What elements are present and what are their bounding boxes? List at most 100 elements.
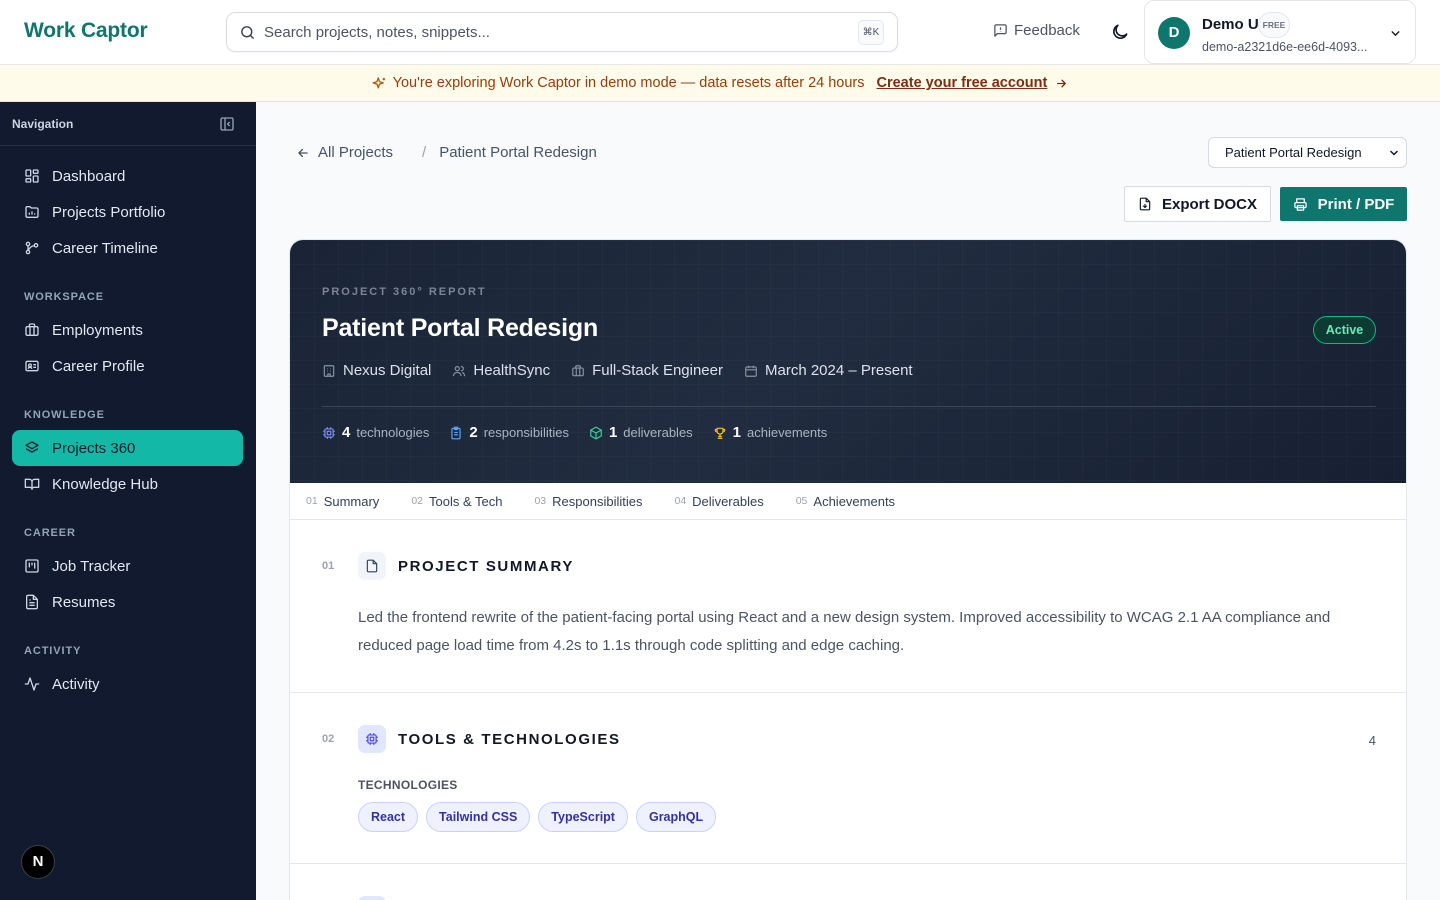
briefcase-icon xyxy=(24,322,40,338)
tab-number: 05 xyxy=(795,495,808,507)
sidebar-item-projects-portfolio[interactable]: Projects Portfolio xyxy=(12,194,243,230)
demo-message: You're exploring Work Captor in demo mod… xyxy=(392,75,865,91)
user-menu[interactable]: D Demo User FREE demo-a2321d6e-ee6d-4093… xyxy=(1144,0,1416,64)
technology-chip[interactable]: GraphQL xyxy=(635,802,717,832)
sidebar-section-career: CAREER xyxy=(24,527,76,539)
sidebar-section-workspace: WORKSPACE xyxy=(24,291,105,303)
cpu-icon xyxy=(322,426,336,440)
search-input[interactable]: Search projects, notes, snippets... xyxy=(264,24,490,41)
sidebar-item-label: Job Tracker xyxy=(52,557,131,575)
stat-label: achievements xyxy=(747,425,828,440)
tab-achievements[interactable]: 05 Achievements xyxy=(796,494,895,509)
stat-value: 1 xyxy=(608,424,618,441)
users-icon xyxy=(452,364,466,378)
section-count: 4 xyxy=(1368,733,1376,748)
tab-label: Responsibilities xyxy=(552,493,643,509)
tab-deliverables[interactable]: 04 Deliverables xyxy=(674,494,763,509)
breadcrumb-current: Patient Portal Redesign xyxy=(439,144,597,161)
technology-chip[interactable]: Tailwind CSS xyxy=(426,802,531,832)
sidebar-item-label: Projects 360 xyxy=(52,439,136,457)
calendar-icon xyxy=(744,364,758,378)
portfolio-icon xyxy=(24,204,40,220)
summary-section: 01 PROJECT SUMMARY Led the frontend rewr… xyxy=(290,520,1406,693)
sidebar-header: Navigation xyxy=(0,102,256,146)
technology-chip[interactable]: React xyxy=(358,802,419,832)
project-report: PROJECT 360° REPORT Patient Portal Redes… xyxy=(289,239,1407,900)
stat-responsibilities: 2 responsibilities xyxy=(449,424,569,441)
tab-summary[interactable]: 01 Summary xyxy=(306,494,379,509)
sidebar-item-projects-360[interactable]: Projects 360 xyxy=(12,430,243,466)
meta-company-text: Nexus Digital xyxy=(343,362,432,379)
create-account-link[interactable]: Create your free account xyxy=(877,75,1048,91)
feedback-label: Feedback xyxy=(1014,22,1080,39)
sidebar-item-career-profile[interactable]: Career Profile xyxy=(12,348,243,384)
breadcrumb-separator: / xyxy=(422,144,427,161)
print-pdf-label: Print / PDF xyxy=(1317,195,1395,213)
package-icon xyxy=(589,426,603,440)
tab-number: 03 xyxy=(534,495,547,507)
top-bar: Work Captor Search projects, notes, snip… xyxy=(0,0,1440,65)
file-text-icon xyxy=(365,559,379,573)
tab-number: 02 xyxy=(411,495,423,507)
sidebar-item-employments[interactable]: Employments xyxy=(12,312,243,348)
id-card-icon xyxy=(24,358,40,374)
book-icon xyxy=(24,476,40,492)
sidebar-item-label: Resumes xyxy=(52,593,116,611)
file-download-icon xyxy=(1138,197,1152,211)
tab-label: Deliverables xyxy=(692,493,764,509)
stat-achievements: 1 achievements xyxy=(713,424,828,441)
project-select-value: Patient Portal Redesign xyxy=(1225,145,1362,160)
sidebar-item-knowledge-hub[interactable]: Knowledge Hub xyxy=(12,466,243,502)
collapse-sidebar-button[interactable] xyxy=(219,116,235,132)
meta-dates: March 2024 – Present xyxy=(744,362,913,379)
report-hero: PROJECT 360° REPORT Patient Portal Redes… xyxy=(290,240,1406,483)
sidebar-item-career-timeline[interactable]: Career Timeline xyxy=(12,230,243,266)
sidebar-item-label: Activity xyxy=(52,675,100,693)
clipboard-icon xyxy=(449,426,463,440)
sidebar-item-label: Knowledge Hub xyxy=(52,475,158,493)
cpu-icon xyxy=(365,732,379,746)
panel-left-close-icon xyxy=(219,116,235,132)
meta-company: Nexus Digital xyxy=(322,362,431,379)
sidebar-item-resumes[interactable]: Resumes xyxy=(12,584,243,620)
meta-dates-text: March 2024 – Present xyxy=(765,362,913,379)
export-docx-button[interactable]: Export DOCX xyxy=(1124,186,1271,222)
section-number: 01 xyxy=(322,560,335,572)
all-projects-link[interactable]: All Projects xyxy=(296,144,393,161)
arrow-right-icon xyxy=(1055,77,1068,90)
timeline-icon xyxy=(24,240,40,256)
sidebar-item-job-tracker[interactable]: Job Tracker xyxy=(12,548,243,584)
feedback-button[interactable]: Feedback xyxy=(993,22,1080,39)
stat-value: 1 xyxy=(732,424,742,441)
avatar: D xyxy=(1158,17,1190,49)
next-dev-badge[interactable]: N xyxy=(21,845,55,879)
technologies-label: TECHNOLOGIES xyxy=(358,778,458,792)
search-box[interactable]: Search projects, notes, snippets... ⌘K xyxy=(226,12,898,52)
sidebar: Navigation Dashboard Projects Portfolio … xyxy=(0,102,256,900)
moon-icon xyxy=(1110,22,1130,42)
all-projects-label: All Projects xyxy=(318,144,394,161)
tools-section: 02 TOOLS & TECHNOLOGIES 4 TECHNOLOGIES R… xyxy=(290,693,1406,864)
sidebar-item-label: Employments xyxy=(52,321,143,339)
theme-toggle-button[interactable] xyxy=(1110,22,1130,42)
sparkles-icon xyxy=(372,76,387,91)
report-kicker: PROJECT 360° REPORT xyxy=(322,286,487,298)
report-title: Patient Portal Redesign xyxy=(322,314,599,342)
sidebar-item-label: Dashboard xyxy=(52,167,126,185)
tab-label: Tools & Tech xyxy=(429,493,503,509)
print-pdf-button[interactable]: Print / PDF xyxy=(1280,187,1407,221)
sidebar-item-label: Career Profile xyxy=(52,357,145,375)
project-select[interactable]: Patient Portal Redesign xyxy=(1208,137,1407,168)
search-shortcut-hint: ⌘K xyxy=(858,20,884,45)
sidebar-item-activity[interactable]: Activity xyxy=(12,666,243,702)
arrow-left-icon xyxy=(296,146,310,160)
tab-responsibilities[interactable]: 03 Responsibilities xyxy=(534,494,642,509)
tab-number: 04 xyxy=(674,495,687,507)
app-logo[interactable]: Work Captor xyxy=(24,19,148,43)
stat-technologies: 4 technologies xyxy=(322,424,429,441)
stat-label: technologies xyxy=(356,425,430,440)
sidebar-item-dashboard[interactable]: Dashboard xyxy=(12,158,243,194)
tab-tools-tech[interactable]: 02 Tools & Tech xyxy=(411,494,502,509)
technology-chip[interactable]: TypeScript xyxy=(538,802,628,832)
chevron-down-icon xyxy=(1389,27,1402,40)
